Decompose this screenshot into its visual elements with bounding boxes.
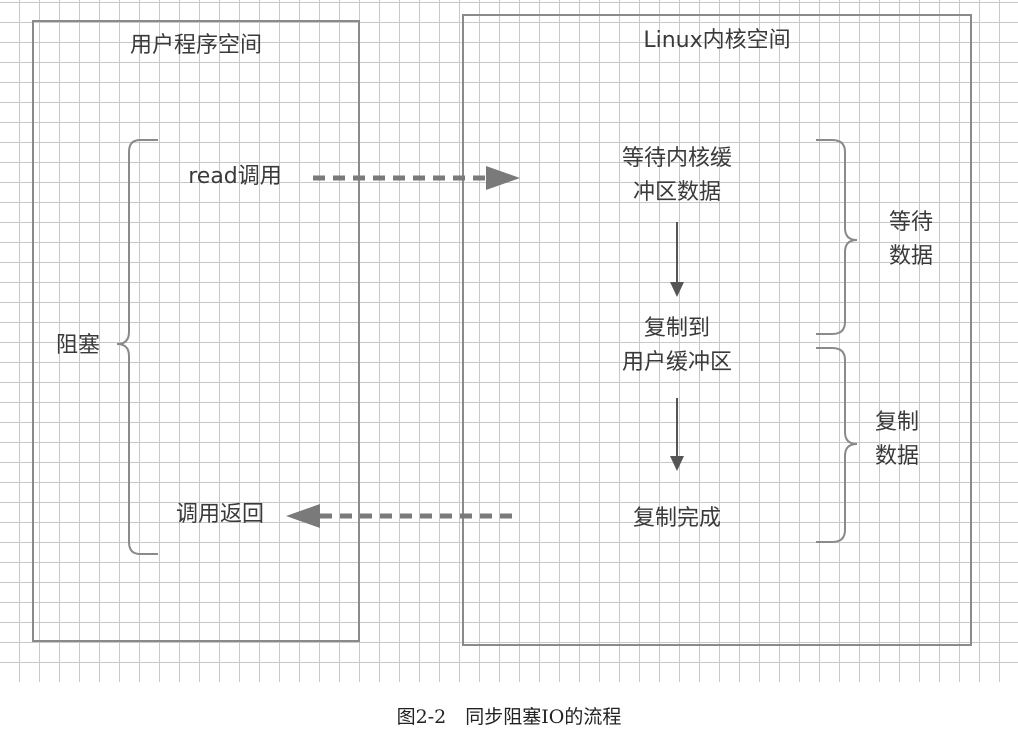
copy-data-phase-label: 复制 数据 [874,410,919,469]
copy-complete-node: 复制完成 [632,506,721,531]
arrowhead-done-to-return [286,504,320,528]
blocking-label: 阻塞 [55,333,100,358]
kernel-space-title: Linux内核空间 [643,28,791,53]
arrowhead-copy-to-done [670,456,684,471]
user-space-title: 用户程序空间 [129,33,262,58]
arrowhead-wait-to-copy [670,282,684,297]
figure-caption: 图2-2 同步阻塞IO的流程 [396,706,622,728]
blocking-brace [116,139,158,555]
copy-phase-brace [816,347,858,543]
arrowhead-read-to-wait [486,166,520,190]
wait-data-phase-label: 等待 数据 [888,210,933,269]
wait-phase-brace [816,139,858,335]
call-return-node: 调用返回 [175,502,264,527]
wait-kernel-buffer-node: 等待内核缓 冲区数据 [621,146,732,205]
diagram-area: 用户程序空间 Linux内核空间 read调用 阻塞 调用返回 等待内核缓 冲区… [0,0,1018,682]
read-call-node: read调用 [188,164,282,189]
copy-to-user-buffer-node: 复制到 用户缓冲区 [621,316,732,375]
diagram-wires [116,139,858,555]
